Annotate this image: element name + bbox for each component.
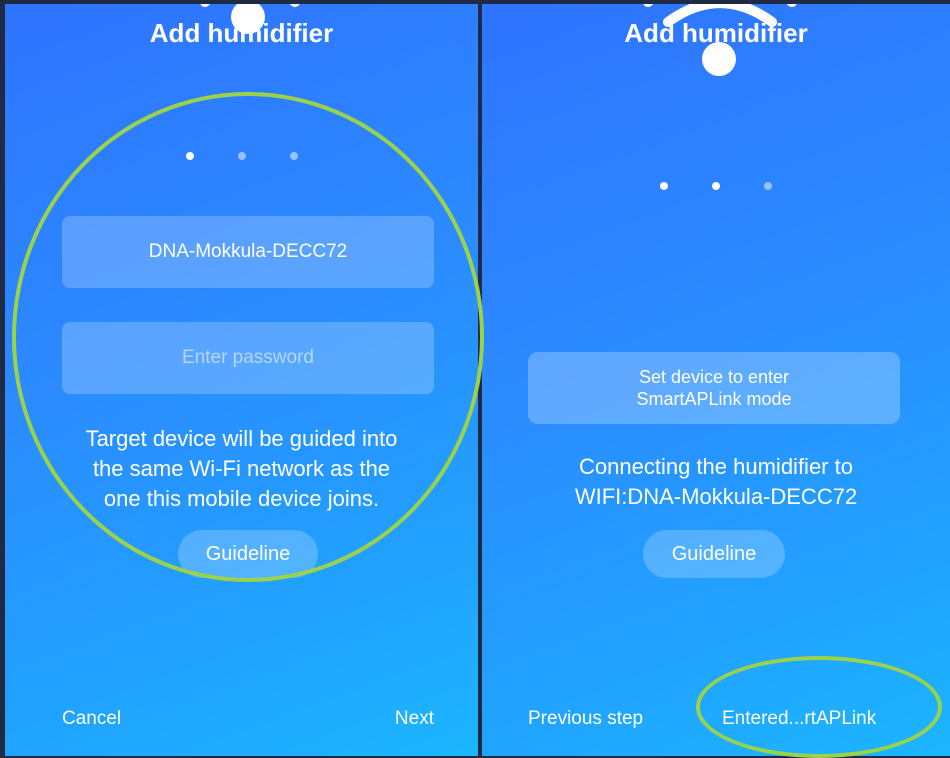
right-screen: Add humidifier Set device to enter Smart… — [482, 4, 950, 756]
step-dot-1 — [660, 182, 668, 190]
mode-line: SmartAPLink mode — [636, 389, 792, 409]
connection-status: Connecting the humidifier to WIFI:DNA-Mo… — [492, 452, 940, 512]
wifi-icon — [200, 4, 300, 34]
step-indicator — [482, 182, 950, 190]
info-line: one this mobile device joins. — [103, 486, 380, 511]
cancel-button[interactable]: Cancel — [62, 708, 121, 730]
left-screen: Add humidifier DNA-Mokkula-DECC72 Target… — [5, 4, 478, 756]
step-dot-1 — [185, 152, 194, 160]
step-indicator — [5, 152, 478, 160]
status-line: Connecting the humidifier to — [579, 454, 853, 479]
next-button[interactable]: Next — [395, 708, 434, 730]
info-text: Target device will be guided into the sa… — [15, 424, 468, 514]
previous-step-button[interactable]: Previous step — [528, 708, 643, 730]
guideline-button[interactable]: Guideline — [178, 530, 318, 578]
step-dot-3 — [764, 182, 772, 190]
wifi-icon — [643, 4, 797, 76]
password-input[interactable] — [62, 321, 434, 395]
info-line: Target device will be guided into — [85, 426, 398, 451]
mode-line: Set device to enter — [638, 367, 790, 387]
password-field-box[interactable] — [62, 321, 434, 395]
step-dot-2 — [237, 152, 246, 160]
wifi-name-value: DNA-Mokkula-DECC72 — [148, 241, 348, 262]
step-dot-2 — [712, 182, 720, 190]
step-dot-3 — [289, 152, 298, 160]
guideline-button[interactable]: Guideline — [643, 530, 785, 578]
wifi-name-field[interactable]: DNA-Mokkula-DECC72 — [62, 216, 434, 288]
entered-smartaplink-button[interactable]: Entered...rtAPLink — [722, 708, 876, 730]
info-line: the same Wi-Fi network as the — [92, 456, 391, 481]
status-line: WIFI:DNA-Mokkula-DECC72 — [574, 484, 858, 509]
smartaplink-mode-box[interactable]: Set device to enter SmartAPLink mode — [528, 352, 900, 424]
